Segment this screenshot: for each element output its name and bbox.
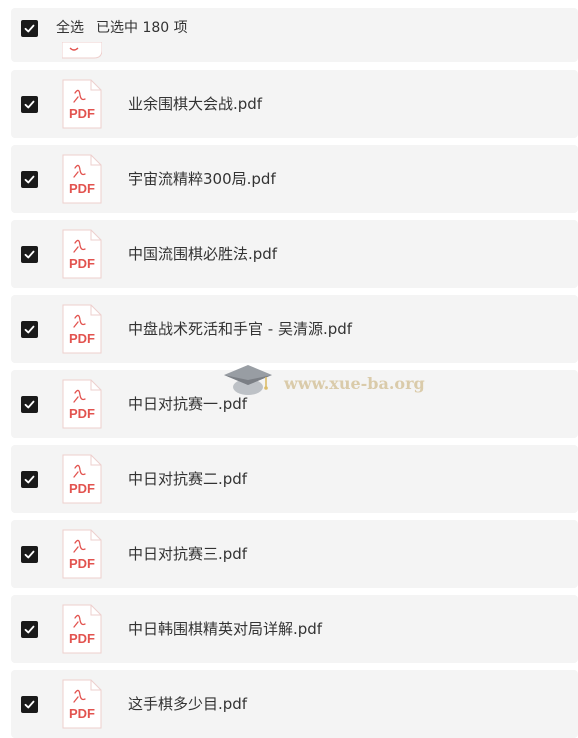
- file-name[interactable]: 宇宙流精粹300局.pdf: [128, 168, 276, 190]
- pdf-file-icon: PDF: [62, 304, 102, 358]
- file-checkbox[interactable]: [21, 471, 38, 488]
- file-checkbox[interactable]: [21, 621, 38, 638]
- pdf-file-icon: PDF: [62, 604, 102, 658]
- svg-text:PDF: PDF: [69, 706, 95, 721]
- file-checkbox[interactable]: [21, 246, 38, 263]
- selection-count: 已选中 180 项: [96, 20, 188, 36]
- file-name[interactable]: 中日对抗赛三.pdf: [128, 543, 247, 565]
- file-name[interactable]: 中日对抗赛一.pdf: [128, 393, 247, 415]
- checkmark-icon: [24, 175, 35, 184]
- file-checkbox[interactable]: [21, 546, 38, 563]
- file-row[interactable]: PDF 中日对抗赛三.pdf: [11, 520, 578, 588]
- file-checkbox[interactable]: [21, 171, 38, 188]
- svg-text:PDF: PDF: [69, 331, 95, 346]
- file-row[interactable]: PDF 中日对抗赛二.pdf: [11, 445, 578, 513]
- svg-text:PDF: PDF: [69, 481, 95, 496]
- pdf-file-icon: PDF: [62, 79, 102, 133]
- svg-text:PDF: PDF: [69, 256, 95, 271]
- file-row[interactable]: PDF 中国流围棋必胜法.pdf: [11, 220, 578, 288]
- pdf-file-icon: PDF: [62, 379, 102, 433]
- pdf-file-icon: PDF: [62, 229, 102, 283]
- svg-text:PDF: PDF: [69, 556, 95, 571]
- file-name[interactable]: 中日对抗赛二.pdf: [128, 468, 247, 490]
- checkmark-icon: [24, 100, 35, 109]
- checkmark-icon: [24, 250, 35, 259]
- file-name[interactable]: 中盘战术死活和手官 - 吴清源.pdf: [128, 318, 352, 340]
- select-all-checkbox[interactable]: [21, 20, 38, 37]
- file-checkbox[interactable]: [21, 321, 38, 338]
- file-row[interactable]: PDF 中盘战术死活和手官 - 吴清源.pdf: [11, 295, 578, 363]
- pdf-file-icon: PDF: [62, 154, 102, 208]
- svg-text:PDF: PDF: [69, 181, 95, 196]
- checkmark-icon: [24, 24, 35, 33]
- checkmark-icon: [24, 550, 35, 559]
- checkmark-icon: [24, 625, 35, 634]
- pdf-file-icon: PDF: [62, 454, 102, 508]
- svg-text:PDF: PDF: [69, 406, 95, 421]
- pdf-file-icon: [61, 41, 103, 62]
- select-all-label[interactable]: 全选: [56, 18, 84, 38]
- pdf-file-icon: PDF: [62, 679, 102, 733]
- file-checkbox[interactable]: [21, 96, 38, 113]
- file-name[interactable]: 这手棋多少目.pdf: [128, 693, 247, 715]
- svg-text:PDF: PDF: [69, 631, 95, 646]
- file-row[interactable]: PDF 中日对抗赛一.pdf: [11, 370, 578, 438]
- file-row[interactable]: PDF 这手棋多少目.pdf: [11, 670, 578, 738]
- file-row[interactable]: PDF 业余围棋大会战.pdf: [11, 70, 578, 138]
- file-name[interactable]: 中日韩围棋精英对局详解.pdf: [128, 618, 322, 640]
- pdf-file-icon: PDF: [62, 529, 102, 583]
- file-row[interactable]: PDF 中日韩围棋精英对局详解.pdf: [11, 595, 578, 663]
- checkmark-icon: [24, 700, 35, 709]
- select-all-bar: 全选 已选中 180 项: [11, 8, 578, 62]
- file-checkbox[interactable]: [21, 396, 38, 413]
- file-row[interactable]: PDF 宇宙流精粹300局.pdf: [11, 145, 578, 213]
- svg-text:PDF: PDF: [69, 106, 95, 121]
- file-checkbox[interactable]: [21, 696, 38, 713]
- file-name[interactable]: 中国流围棋必胜法.pdf: [128, 243, 277, 265]
- checkmark-icon: [24, 400, 35, 409]
- file-name[interactable]: 业余围棋大会战.pdf: [128, 93, 262, 115]
- checkmark-icon: [24, 475, 35, 484]
- checkmark-icon: [24, 325, 35, 334]
